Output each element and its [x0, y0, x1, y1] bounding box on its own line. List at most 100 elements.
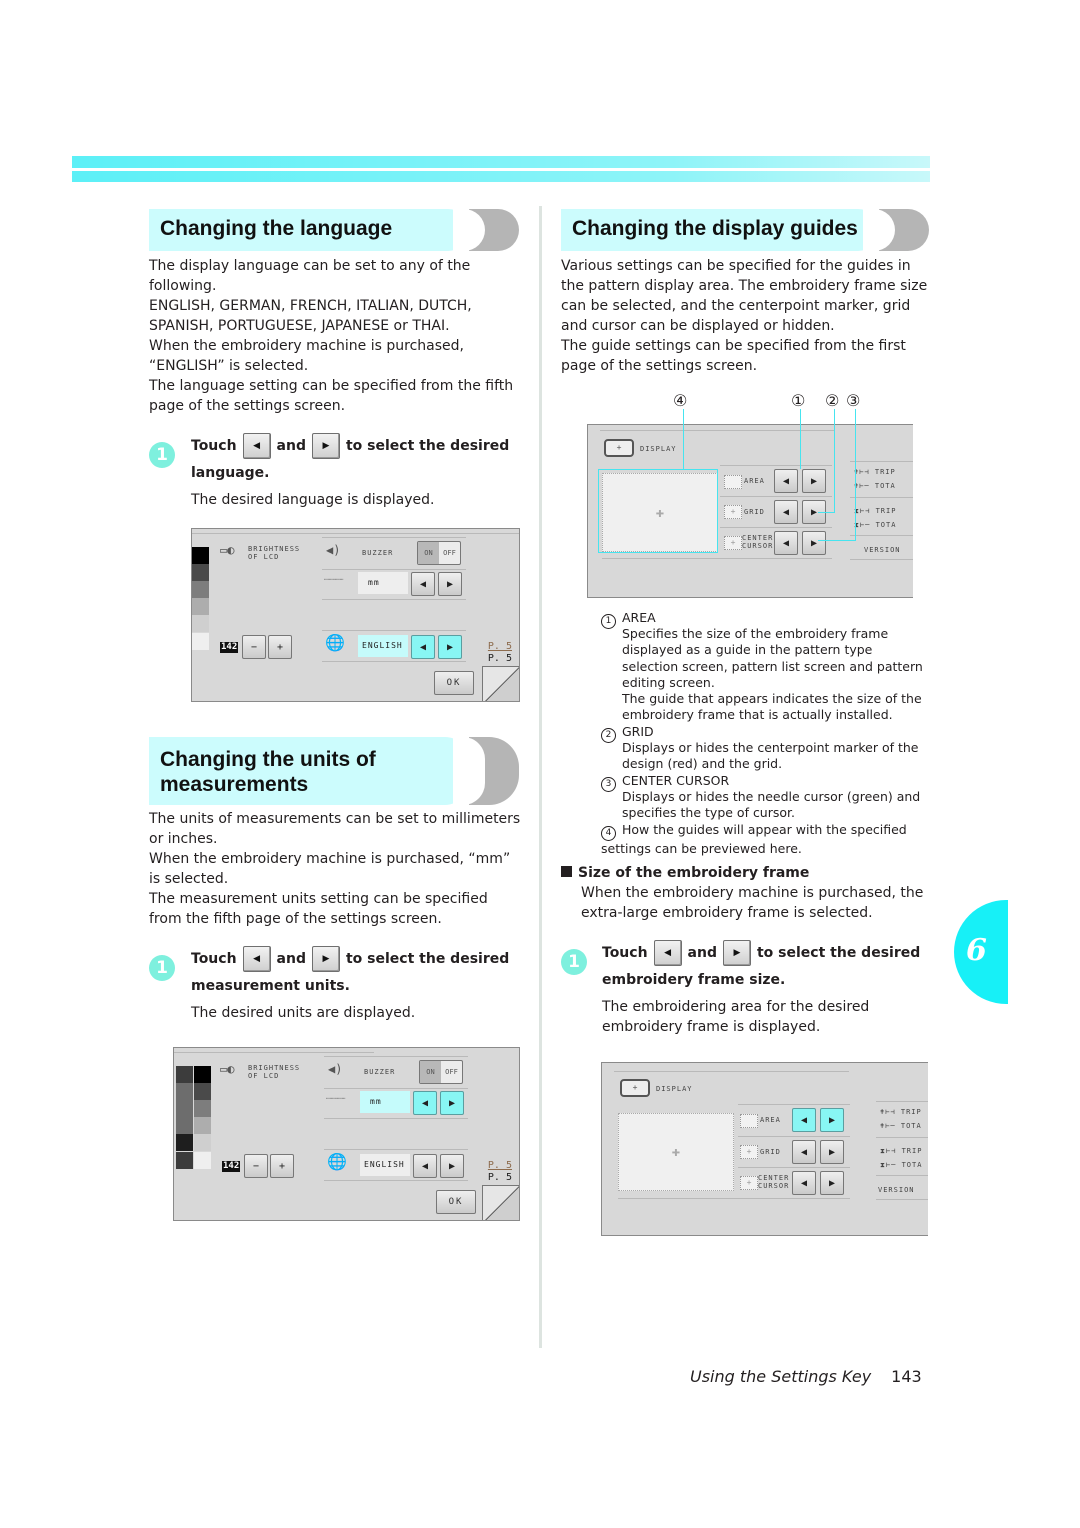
brightness-value: 142 [220, 642, 239, 653]
brightness-swatch [194, 1066, 211, 1083]
needle-total-label: ǂ⊢─ TOTA [880, 1122, 922, 1130]
callout-line-1 [800, 409, 801, 469]
buzzer-on-option[interactable]: ON [420, 1061, 441, 1083]
grid-label: GRID [760, 1148, 781, 1156]
step-number-badge: 1 [149, 955, 175, 981]
area-prev-button[interactable]: ◀ [774, 469, 798, 493]
units-next-button[interactable]: ▶ [440, 1091, 464, 1115]
step-language: 1 Touch ◀ and ▶ to select the desired la… [149, 433, 529, 513]
step-frame-size: 1 Touch ◀ and ▶ to select the desired em… [561, 940, 941, 1040]
grid-icon: + [740, 1145, 758, 1159]
language-field: ENGLISH [358, 635, 408, 657]
area-label: AREA [760, 1116, 781, 1124]
brightness-minus-button[interactable]: − [244, 1154, 268, 1178]
callout-4: ④ [673, 391, 688, 410]
area-next-button[interactable]: ▶ [802, 469, 826, 493]
page-number: 143 [891, 1367, 922, 1386]
display-settings-screen-area: + DISPLAY ✚ AREA ◀ ▶ + GRID ◀ ▶ + CENTER… [601, 1062, 928, 1236]
brightness-value: 142 [222, 1161, 241, 1172]
center-cursor-label: CURSOR [758, 1182, 790, 1190]
display-icon: + [620, 1079, 650, 1097]
language-next-button[interactable]: ▶ [440, 1154, 464, 1178]
paragraph: When the embroidery machine is purchased… [149, 851, 511, 887]
area-prev-button[interactable]: ◀ [792, 1108, 816, 1132]
paragraph: The language setting can be specified fr… [149, 378, 514, 414]
page-indicator: P. 5 P. 5 [487, 641, 512, 664]
version-label: VERSION [878, 1186, 915, 1194]
language-next-button[interactable]: ▶ [438, 635, 462, 659]
grid-prev-button[interactable]: ◀ [774, 500, 798, 524]
page-turn-button[interactable] [482, 1185, 519, 1220]
section-heading-language: Changing the language [149, 209, 520, 251]
paragraph: ENGLISH, GERMAN, FRENCH, ITALIAN, DUTCH,… [149, 298, 472, 334]
brightness-swatch [192, 633, 209, 650]
column-divider [539, 206, 542, 1348]
page-turn-button[interactable] [482, 666, 519, 701]
cursor-prev-button[interactable]: ◀ [792, 1171, 816, 1195]
step-result: The desired units are displayed. [191, 1005, 416, 1021]
callout-line-3h [818, 540, 856, 541]
units-prev-button[interactable]: ◀ [411, 572, 435, 596]
units-prev-button[interactable]: ◀ [413, 1091, 437, 1115]
grid-next-button[interactable]: ▶ [820, 1140, 844, 1164]
language-prev-button[interactable]: ◀ [411, 635, 435, 659]
buzzer-on-option[interactable]: ON [418, 542, 439, 564]
step-result: embroidery frame is displayed. [602, 1019, 821, 1035]
units-next-button[interactable]: ▶ [438, 572, 462, 596]
ruler-icon: ┈┈┈┈ [326, 1094, 346, 1103]
cursor-next-button[interactable]: ▶ [802, 531, 826, 555]
cursor-next-button[interactable]: ▶ [820, 1171, 844, 1195]
brightness-label: BRIGHTNESS [248, 1064, 301, 1072]
brightness-swatch [194, 1100, 211, 1117]
heading-text: Changing the display guides [572, 217, 858, 240]
area-next-button[interactable]: ▶ [820, 1108, 844, 1132]
buzzer-off-option[interactable]: OFF [441, 1061, 462, 1083]
page-footer: Using the Settings Key 143 [690, 1366, 934, 1388]
header-stripe-bottom [72, 171, 930, 182]
frame-size-text: When the embroidery machine is purchased… [581, 885, 924, 921]
brightness-minus-button[interactable]: − [242, 635, 266, 659]
cursor-prev-button[interactable]: ◀ [774, 531, 798, 555]
header-stripe-top [72, 156, 930, 168]
heading-text: Changing the units of measurements [160, 748, 376, 796]
step-number-badge: 1 [149, 442, 175, 468]
brightness-plus-button[interactable]: + [270, 1154, 294, 1178]
step-instruction-cont: language. [191, 465, 270, 481]
callout-line-2 [834, 409, 835, 513]
units-description: The units of measurements can be set to … [149, 809, 521, 929]
step-result: The embroidering area for the desired [602, 999, 870, 1015]
display-icon: + [604, 439, 634, 457]
callout-3: ③ [846, 391, 861, 410]
brightness-label: BRIGHTNESS [248, 545, 301, 553]
brightness-swatch [192, 615, 209, 632]
left-arrow-key-icon: ◀ [242, 433, 271, 459]
paragraph: The units of measurements can be set to … [149, 811, 521, 847]
time-total-label: ⧗⊢─ TOTA [880, 1161, 923, 1169]
ok-button[interactable]: OK [434, 671, 474, 695]
area-label: AREA [744, 477, 765, 485]
center-cursor-label: CURSOR [742, 542, 774, 550]
step-instruction: Touch ◀ and ▶ to select the desired [602, 940, 920, 966]
units-field: mm [360, 1091, 410, 1113]
area-icon [740, 1114, 758, 1128]
brightness-plus-button[interactable]: + [268, 635, 292, 659]
brightness-icon: ▭◐ [220, 1062, 235, 1076]
buzzer-toggle[interactable]: ON OFF [417, 541, 461, 565]
buzzer-toggle[interactable]: ON OFF [419, 1060, 463, 1084]
center-marker-icon: ✚ [671, 1144, 681, 1160]
heading-text: Changing the language [160, 217, 393, 240]
header-decoration-bar [72, 156, 930, 182]
legend-item-preview: 4 How the guides will appear with the spe… [601, 822, 907, 856]
buzzer-off-option[interactable]: OFF [439, 542, 460, 564]
ok-button[interactable]: OK [436, 1190, 476, 1214]
brightness-icon: ▭◐ [220, 543, 235, 557]
time-total-label: ⧗⊢─ TOTA [854, 521, 897, 529]
cursor-icon: + [740, 1176, 758, 1190]
paragraph: The display language can be set to any o… [149, 258, 471, 294]
callout-1: ① [791, 391, 806, 410]
grid-prev-button[interactable]: ◀ [792, 1140, 816, 1164]
language-prev-button[interactable]: ◀ [413, 1154, 437, 1178]
paragraph: The measurement units setting can be spe… [149, 891, 488, 927]
display-label: DISPLAY [656, 1085, 693, 1093]
step-instruction: Touch ◀ and ▶ to select the desired [191, 433, 509, 459]
